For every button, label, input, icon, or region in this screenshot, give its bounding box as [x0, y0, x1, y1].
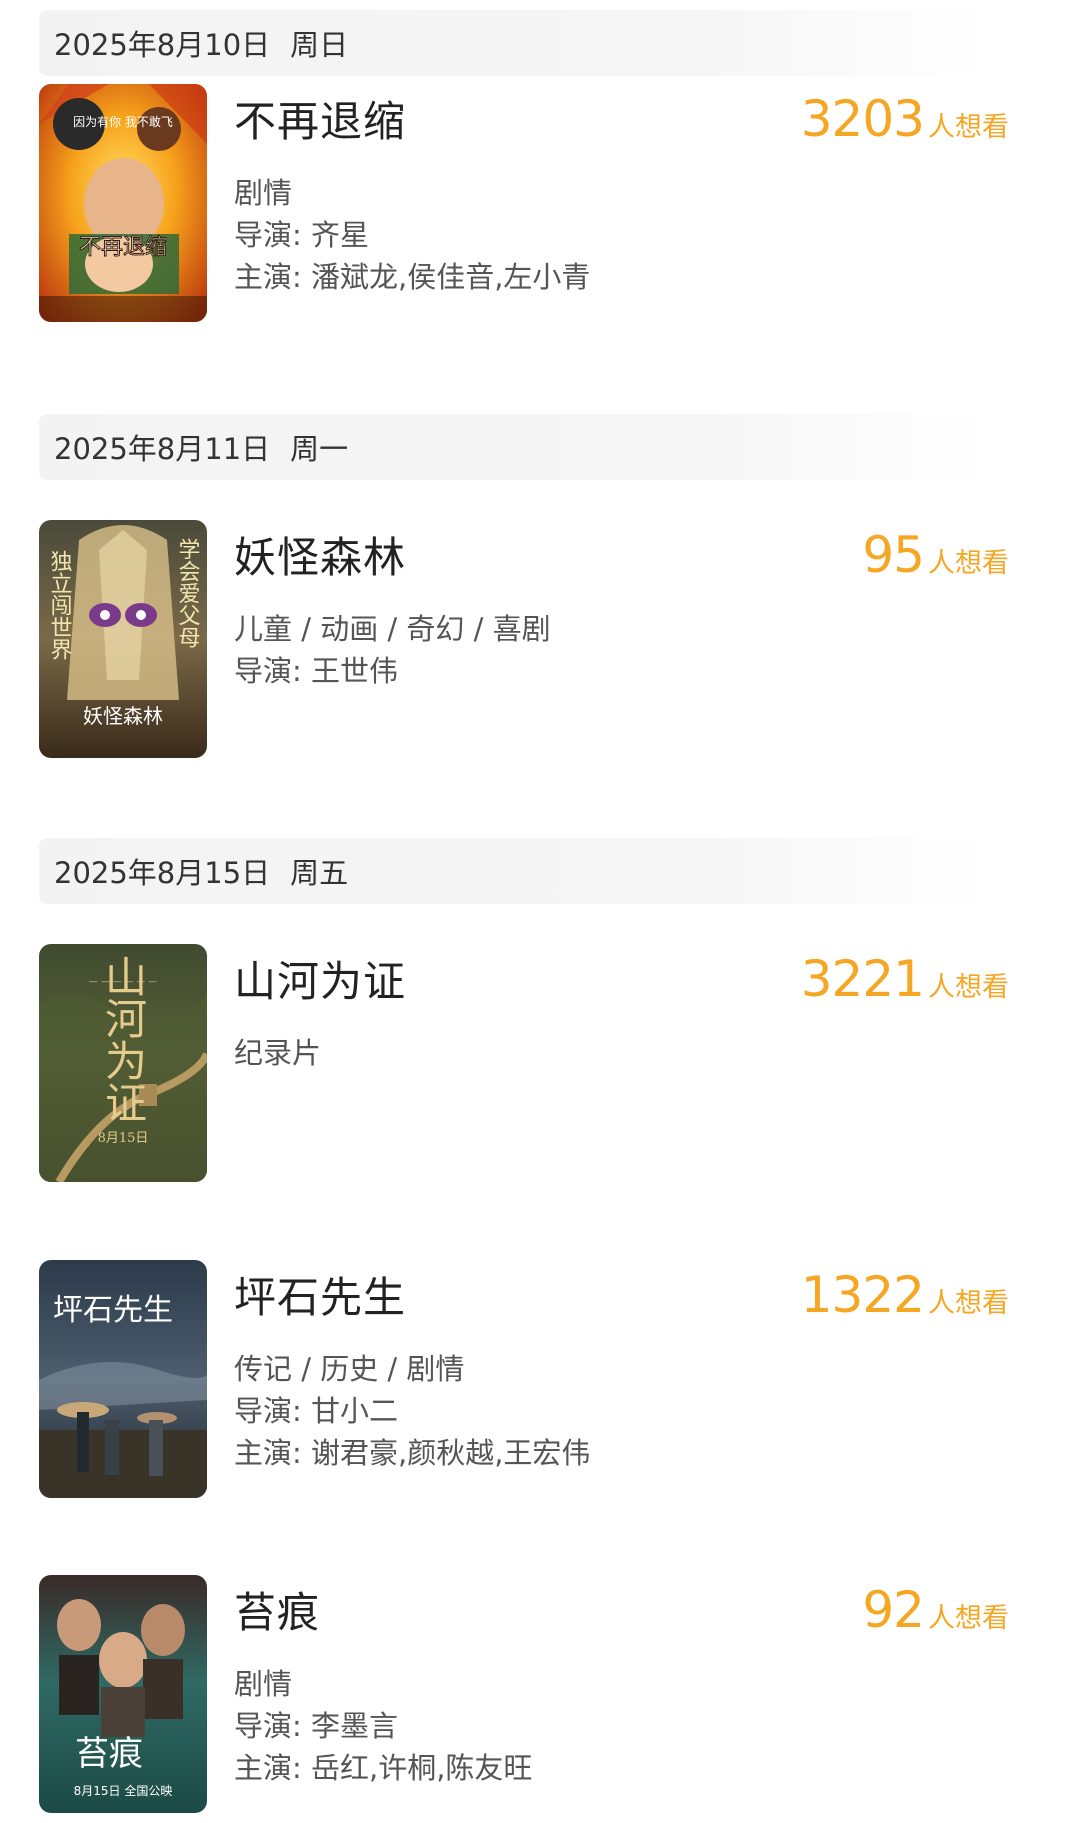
poster-title: 坪石先生: [53, 1293, 173, 1328]
movie-cast: 主演: 潘斌龙,侯佳音,左小青: [234, 260, 591, 294]
want-suffix: 人想看: [928, 1603, 1009, 1634]
poster-title: 苔痕: [75, 1734, 143, 1774]
movie-genres: 纪录片: [234, 1036, 322, 1070]
movie-genres: 剧情: [234, 176, 293, 210]
movie-genres: 剧情: [234, 1667, 293, 1701]
date-header: 2025年8月15日 周五: [39, 838, 990, 904]
poster-image: 坪石先生: [39, 1260, 207, 1498]
movie-director: 导演: 王世伟: [234, 654, 398, 688]
weekday-text: 周日: [290, 28, 349, 62]
want-count: 3203: [800, 90, 925, 148]
movie-card[interactable]: 因为有你 我不敢飞 不再退缩 不再退缩 3203 人想看 剧情 导演: 齐星 主…: [39, 84, 1039, 322]
want-to-watch: 3203 人想看: [801, 90, 1009, 148]
want-suffix: 人想看: [928, 548, 1009, 579]
poster-image: 因为有你 我不敢飞 不再退缩: [39, 84, 207, 322]
poster-right-slogan: 学会爱父母: [175, 538, 201, 648]
movie-card[interactable]: — — — — — — 山河为证 8月15日 山河为证 3221 人想看 纪录片: [39, 944, 1039, 1182]
movie-title[interactable]: 山河为证: [234, 948, 406, 1009]
movie-genres: 传记 / 历史 / 剧情: [234, 1352, 465, 1386]
movie-poster[interactable]: — — — — — — 山河为证 8月15日: [39, 944, 207, 1182]
movie-card[interactable]: 坪石先生 坪石先生 1322 人想看 传记 / 历史 / 剧情 导演: 甘小二 …: [39, 1260, 1039, 1498]
weekday-text: 周五: [290, 856, 349, 890]
movie-cast: 主演: 岳红,许桐,陈友旺: [234, 1751, 533, 1785]
poster-left-slogan: 独立闯世界: [47, 550, 73, 660]
movie-cast: 主演: 谢君豪,颜秋越,王宏伟: [234, 1436, 591, 1470]
date-text: 2025年8月15日: [54, 856, 271, 890]
poster-image: — — — — — — 山河为证 8月15日: [39, 944, 207, 1182]
movie-poster[interactable]: 因为有你 我不敢飞 不再退缩: [39, 84, 207, 322]
poster-title: 山河为证: [99, 955, 148, 1123]
want-suffix: 人想看: [928, 972, 1009, 1003]
movie-director: 导演: 齐星: [234, 218, 369, 252]
movie-poster[interactable]: 苔痕 8月15日 全国公映: [39, 1575, 207, 1813]
want-to-watch: 3221 人想看: [801, 950, 1009, 1008]
movie-title[interactable]: 坪石先生: [234, 1264, 406, 1325]
movie-card[interactable]: 独立闯世界 学会爱父母 妖怪森林 妖怪森林 95 人想看 儿童 / 动画 / 奇…: [39, 520, 1039, 758]
movie-card[interactable]: 苔痕 8月15日 全国公映 苔痕 92 人想看 剧情 导演: 李墨言 主演: 岳…: [39, 1575, 1039, 1813]
want-suffix: 人想看: [928, 112, 1009, 143]
date-text: 2025年8月10日: [54, 28, 271, 62]
want-to-watch: 92 人想看: [862, 1581, 1009, 1639]
want-count: 95: [862, 526, 925, 584]
date-header: 2025年8月11日 周一: [39, 414, 990, 480]
poster-image: 苔痕 8月15日 全国公映: [39, 1575, 207, 1813]
weekday-text: 周一: [290, 432, 349, 466]
movie-director: 导演: 甘小二: [234, 1394, 398, 1428]
movie-title[interactable]: 不再退缩: [234, 88, 406, 149]
want-to-watch: 95 人想看: [862, 526, 1009, 584]
poster-slogan: 因为有你 我不敢飞: [73, 115, 173, 129]
poster-date: 8月15日: [98, 1131, 149, 1146]
date-header: 2025年8月10日 周日: [39, 10, 990, 76]
poster-image: 独立闯世界 学会爱父母 妖怪森林: [39, 520, 207, 758]
poster-date: 8月15日 全国公映: [74, 1783, 173, 1798]
date-text: 2025年8月11日: [54, 432, 271, 466]
movie-director: 导演: 李墨言: [234, 1709, 398, 1743]
want-suffix: 人想看: [928, 1288, 1009, 1319]
movie-poster[interactable]: 坪石先生: [39, 1260, 207, 1498]
movie-title[interactable]: 苔痕: [234, 1579, 320, 1640]
movie-poster[interactable]: 独立闯世界 学会爱父母 妖怪森林: [39, 520, 207, 758]
movie-genres: 儿童 / 动画 / 奇幻 / 喜剧: [234, 612, 551, 646]
want-count: 3221: [800, 950, 925, 1008]
want-count: 92: [862, 1581, 925, 1639]
movie-title[interactable]: 妖怪森林: [234, 524, 406, 585]
want-to-watch: 1322 人想看: [801, 1266, 1009, 1324]
poster-title: 妖怪森林: [83, 704, 163, 728]
poster-title: 不再退缩: [79, 235, 167, 260]
want-count: 1322: [800, 1266, 925, 1324]
